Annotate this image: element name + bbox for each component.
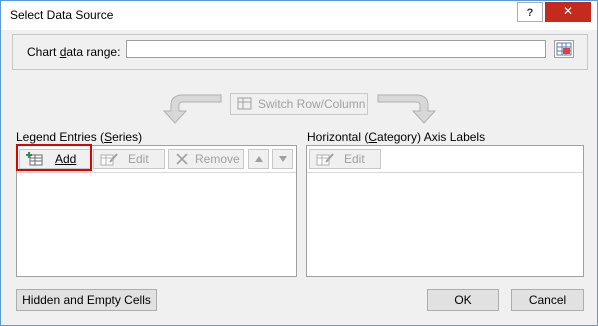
remove-label: Remove bbox=[195, 152, 240, 166]
help-button[interactable]: ? bbox=[517, 2, 543, 22]
axis-labels-list[interactable]: Edit bbox=[306, 145, 584, 277]
hidden-empty-cells-button[interactable]: Hidden and Empty Cells bbox=[16, 289, 157, 311]
axis-toolbar: Edit bbox=[307, 146, 583, 173]
legend-entries-label: Legend Entries (Series) bbox=[16, 130, 143, 144]
arrow-right-icon bbox=[377, 94, 437, 124]
edit-icon bbox=[316, 152, 334, 171]
remove-x-icon bbox=[175, 152, 189, 171]
edit-icon bbox=[100, 152, 118, 171]
switch-row-column-label: Switch Row/Column bbox=[258, 97, 366, 111]
close-button[interactable]: ✕ bbox=[545, 2, 591, 22]
dialog-title: Select Data Source bbox=[10, 8, 114, 22]
chart-data-range-label: Chart data range: bbox=[27, 45, 121, 59]
cancel-button[interactable]: Cancel bbox=[511, 289, 584, 311]
switch-row-column-button[interactable]: Switch Row/Column bbox=[230, 93, 368, 115]
move-down-button[interactable] bbox=[272, 149, 293, 169]
move-up-button[interactable] bbox=[248, 149, 269, 169]
triangle-up-icon bbox=[255, 156, 263, 162]
remove-button[interactable]: Remove bbox=[168, 149, 244, 169]
triangle-down-icon bbox=[279, 156, 287, 162]
edit-series-button[interactable]: Edit bbox=[93, 149, 165, 169]
edit-axis-labels-label: Edit bbox=[344, 152, 365, 166]
edit-series-label: Edit bbox=[128, 152, 149, 166]
chart-data-range-group: Chart data range: bbox=[12, 34, 588, 70]
range-select-icon[interactable] bbox=[554, 40, 574, 58]
add-button-highlight bbox=[16, 144, 92, 171]
chart-data-range-input[interactable] bbox=[126, 40, 546, 58]
switch-row-column-icon bbox=[237, 97, 253, 117]
arrow-left-icon bbox=[162, 94, 222, 124]
axis-labels-label: Horizontal (Category) Axis Labels bbox=[307, 130, 486, 144]
ok-button[interactable]: OK bbox=[427, 289, 499, 311]
select-data-source-dialog: Select Data Source ? ✕ Chart data range: bbox=[0, 0, 598, 326]
edit-axis-labels-button[interactable]: Edit bbox=[309, 149, 381, 169]
title-bar: Select Data Source ? ✕ bbox=[1, 1, 597, 30]
